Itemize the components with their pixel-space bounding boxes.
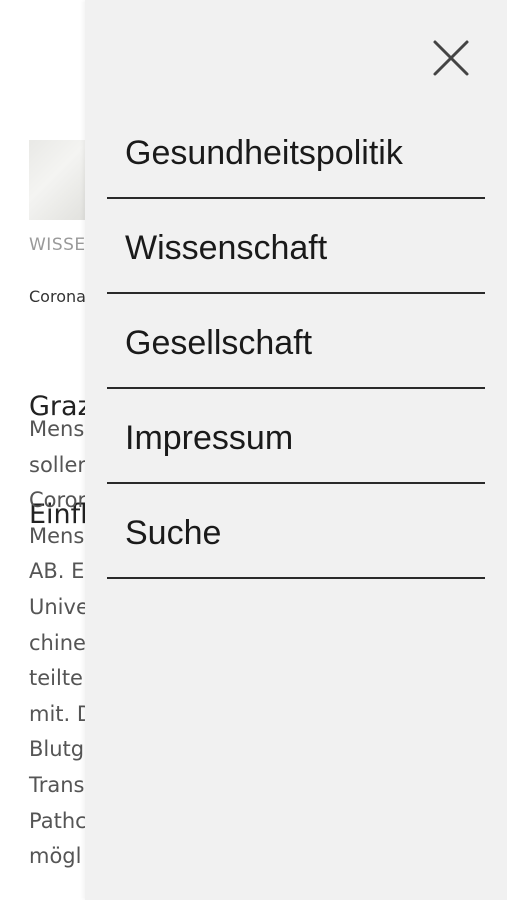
menu-list: Gesundheitspolitik Wissenschaft Gesellsc… xyxy=(107,104,485,579)
close-menu-button[interactable] xyxy=(428,35,474,81)
menu-item-label: Wissenschaft xyxy=(125,229,328,267)
navigation-drawer: Gesundheitspolitik Wissenschaft Gesellsc… xyxy=(85,0,507,900)
article-teaser-line: AB. Ei xyxy=(29,559,91,584)
article-teaser-line: soller xyxy=(29,452,87,477)
menu-item-gesellschaft[interactable]: Gesellschaft xyxy=(107,294,485,389)
menu-item-label: Impressum xyxy=(125,419,294,457)
article-teaser-line: Pathc xyxy=(29,808,87,833)
article-teaser-line: mögl xyxy=(29,844,82,869)
article-teaser-line: Trans xyxy=(29,772,85,797)
article-teaser-line: Coror xyxy=(29,488,87,513)
article-teaser-line: Mens xyxy=(29,417,85,441)
article-teaser: Mens soller Coror Mens AB. Ei Unive chin… xyxy=(29,412,93,875)
article-kicker: Corona xyxy=(29,287,86,306)
menu-item-label: Gesundheitspolitik xyxy=(125,134,403,172)
article-teaser-line: Unive xyxy=(29,594,89,619)
article-teaser-line: teilte xyxy=(29,666,83,691)
menu-item-impressum[interactable]: Impressum xyxy=(107,389,485,484)
article-teaser-line: chine xyxy=(29,630,86,655)
close-icon xyxy=(433,40,469,76)
article-category[interactable]: WISSE xyxy=(29,235,86,255)
menu-item-gesundheitspolitik[interactable]: Gesundheitspolitik xyxy=(107,104,485,199)
article-teaser-line: Blutg xyxy=(29,737,85,762)
menu-item-label: Suche xyxy=(125,514,222,552)
menu-item-label: Gesellschaft xyxy=(125,324,313,362)
menu-item-wissenschaft[interactable]: Wissenschaft xyxy=(107,199,485,294)
menu-item-suche[interactable]: Suche xyxy=(107,484,485,579)
article-teaser-line: Mens xyxy=(29,523,85,548)
article-teaser-line: mit. D xyxy=(29,701,94,726)
